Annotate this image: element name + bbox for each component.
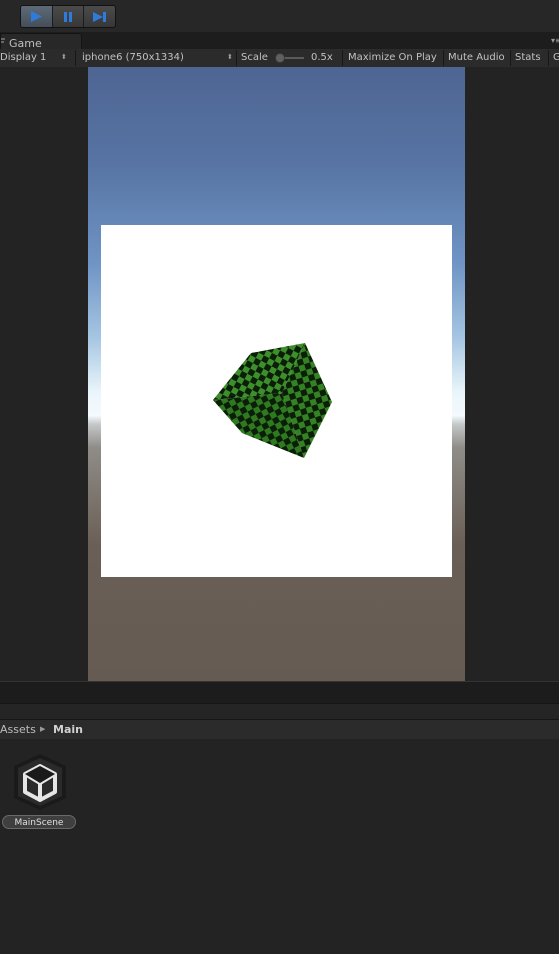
toolbar-divider <box>510 50 511 66</box>
game-view-toolbar: Display 1 ⬍ iphone6 (750x1334) ⬍ Scale 0… <box>0 49 559 68</box>
panel-divider <box>0 681 559 704</box>
unity-scene-icon[interactable] <box>8 752 72 812</box>
toolbar-divider <box>548 50 549 66</box>
play-controls <box>20 5 116 28</box>
step-button[interactable] <box>84 6 115 27</box>
toolbar-divider <box>443 50 444 66</box>
gizmos-dropdown[interactable]: G <box>553 49 559 67</box>
breadcrumb-assets[interactable]: Assets <box>0 723 36 736</box>
asset-label[interactable]: MainScene <box>2 815 76 829</box>
tab-strip <box>0 32 559 50</box>
resolution-dropdown-arrows-icon[interactable]: ⬍ <box>227 49 233 67</box>
resolution-dropdown-label[interactable]: iphone6 (750x1334) <box>82 49 184 67</box>
toolbar-divider <box>75 50 76 66</box>
tab-menu-icon[interactable]: ▾≡ <box>551 36 559 45</box>
breadcrumb-main[interactable]: Main <box>53 723 83 736</box>
breadcrumb: Assets ▶ Main <box>0 719 559 740</box>
maximize-on-play-toggle[interactable]: Maximize On Play <box>348 49 437 67</box>
mute-audio-toggle[interactable]: Mute Audio <box>448 49 505 67</box>
scale-slider-thumb[interactable] <box>275 53 285 63</box>
display-dropdown-arrows-icon[interactable]: ⬍ <box>61 49 67 67</box>
toolbar-divider <box>236 50 237 66</box>
pause-button[interactable] <box>53 6 85 27</box>
game-controller-icon <box>1 38 7 49</box>
checkered-cube <box>213 343 332 458</box>
breadcrumb-separator-icon: ▶ <box>40 725 46 733</box>
project-tab-strip <box>0 703 559 720</box>
play-icon <box>31 11 43 22</box>
project-assets-panel <box>0 739 559 954</box>
main-toolbar <box>0 0 559 32</box>
play-button[interactable] <box>21 6 53 27</box>
scale-value: 0.5x <box>311 52 333 63</box>
pause-icon <box>64 11 72 22</box>
scale-label: Scale <box>241 52 268 63</box>
display-dropdown-label[interactable]: Display 1 <box>0 49 46 67</box>
stats-toggle[interactable]: Stats <box>515 49 541 67</box>
step-icon <box>92 11 106 22</box>
toolbar-divider <box>342 50 343 66</box>
